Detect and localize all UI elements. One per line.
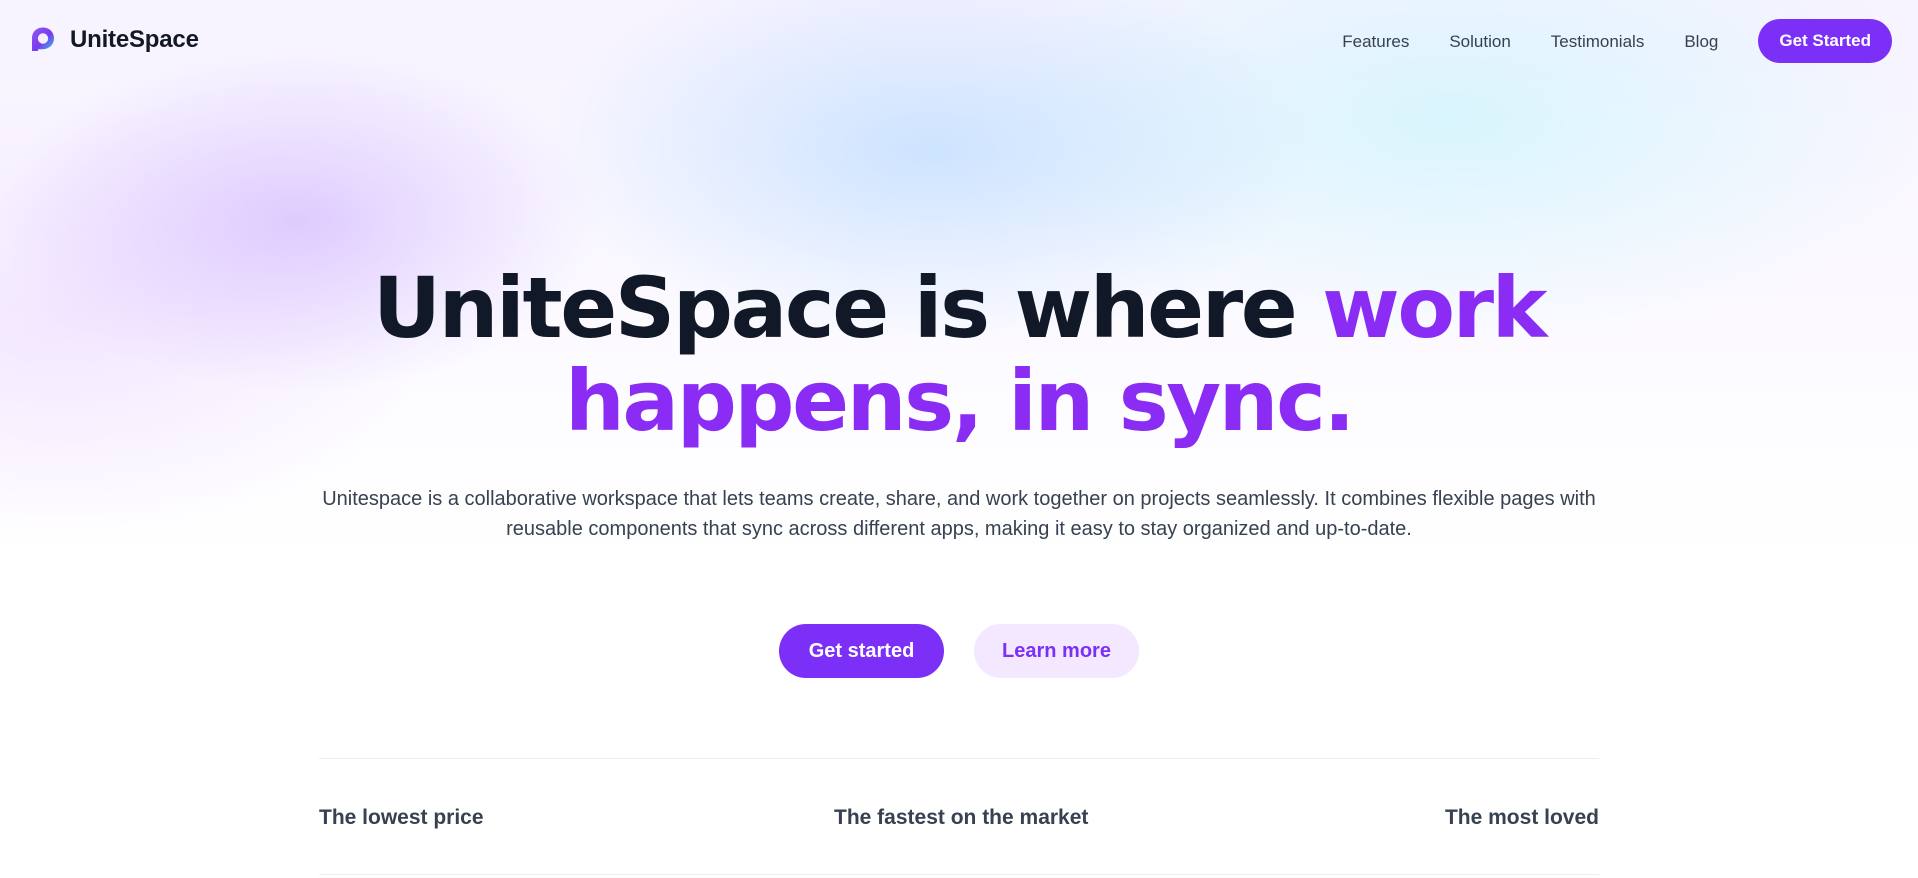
nav-link-solution[interactable]: Solution bbox=[1449, 33, 1510, 50]
hero-actions: Get started Learn more bbox=[0, 624, 1918, 678]
hero-title: UniteSpace is where work happens, in syn… bbox=[300, 262, 1618, 448]
hero-title-dark-text: UniteSpace is where bbox=[372, 259, 1323, 357]
feature-highlights: The lowest price The fastest on the mark… bbox=[319, 804, 1599, 834]
unitespace-logo-icon bbox=[32, 27, 54, 51]
feature-lowest-price: The lowest price bbox=[319, 806, 484, 829]
nav-get-started-button[interactable]: Get Started bbox=[1758, 19, 1892, 63]
hero-learn-more-button[interactable]: Learn more bbox=[974, 624, 1139, 678]
feature-most-loved: The most loved bbox=[1444, 806, 1599, 829]
feature-divider-bottom bbox=[319, 874, 1599, 875]
nav-link-testimonials[interactable]: Testimonials bbox=[1551, 33, 1645, 50]
brand-name: UniteSpace bbox=[70, 25, 199, 53]
hero-get-started-button[interactable]: Get started bbox=[779, 624, 944, 678]
nav-link-features[interactable]: Features bbox=[1342, 33, 1409, 50]
hero-section: UniteSpace is where work happens, in syn… bbox=[0, 0, 1918, 878]
main-navigation: Features Solution Testimonials Blog Get … bbox=[1342, 19, 1892, 63]
brand-home-link[interactable]: UniteSpace bbox=[26, 23, 199, 56]
feature-fastest-market: The fastest on the market bbox=[834, 806, 1089, 829]
nav-link-blog[interactable]: Blog bbox=[1684, 33, 1718, 50]
top-navigation: UniteSpace Features Solution Testimonial… bbox=[0, 0, 1918, 80]
feature-divider-top bbox=[319, 758, 1599, 759]
hero-subtitle: Unitespace is a collaborative workspace … bbox=[322, 488, 1596, 540]
